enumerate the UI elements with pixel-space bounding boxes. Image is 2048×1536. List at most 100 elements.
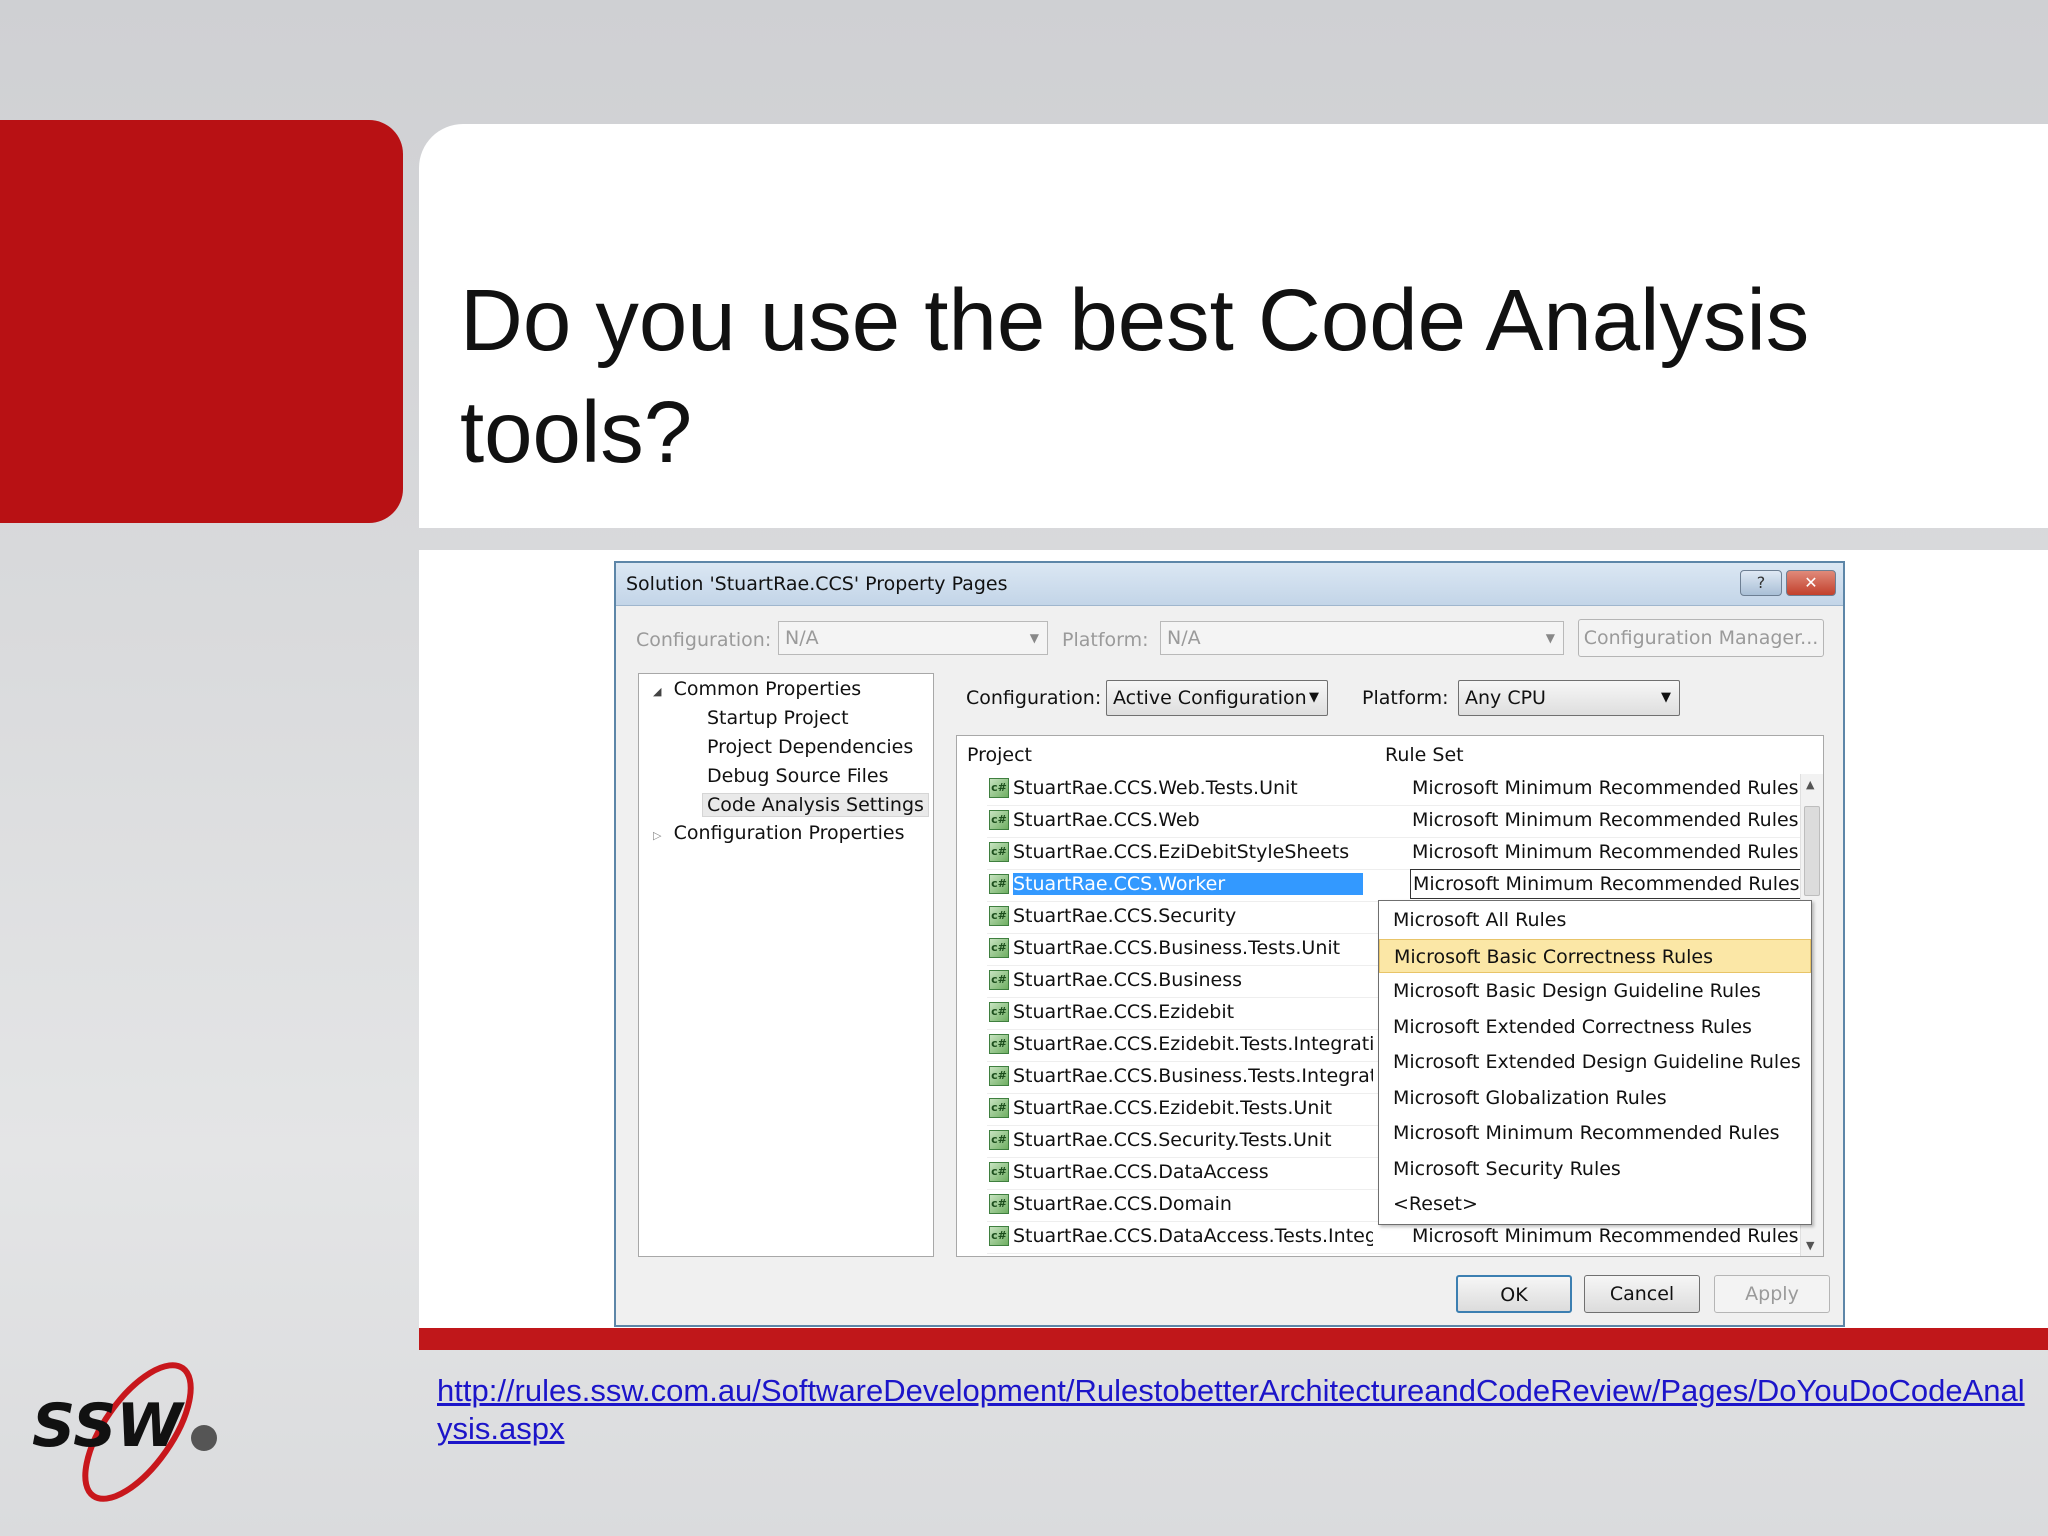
table-row[interactable]: c# StuartRae.CCS.EziDebitStyleSheets Micro… xyxy=(987,838,1803,870)
rule-set-value[interactable]: Microsoft Minimum Recommended Rules xyxy=(1412,777,1799,799)
project-name: StuartRae.CCS.Business xyxy=(1013,969,1243,991)
rule-set-value[interactable]: Microsoft Minimum Recommended Rules xyxy=(1412,1225,1799,1247)
configuration-label: Configuration: xyxy=(966,687,1102,709)
tree-label: Configuration Properties xyxy=(673,822,905,844)
top-configuration-value: N/A xyxy=(785,627,819,649)
tree-item-startup-project[interactable]: Startup Project xyxy=(707,707,849,729)
slide-title-line1: Do you use the best Code Analysis xyxy=(460,272,1810,369)
dropdown-option[interactable]: Microsoft All Rules xyxy=(1379,903,1811,937)
dialog-title: Solution 'StuartRae.CCS' Property Pages xyxy=(626,573,1008,595)
scrollbar-thumb[interactable] xyxy=(1804,806,1820,896)
project-name: StuartRae.CCS.Business.Tests.Integration xyxy=(1013,1065,1373,1087)
csharp-project-icon: c# xyxy=(989,906,1009,926)
apply-button[interactable]: Apply xyxy=(1714,1275,1830,1313)
rules-link[interactable]: http://rules.ssw.com.au/SoftwareDevelopm… xyxy=(437,1372,2027,1448)
project-name: StuartRae.CCS.Security xyxy=(1013,905,1237,927)
rule-set-value: Microsoft Minimum Recommended Rules xyxy=(1413,873,1800,895)
platform-label: Platform: xyxy=(1362,687,1449,709)
project-name: StuartRae.CCS.Worker xyxy=(1013,873,1363,895)
red-divider-bar xyxy=(419,1328,2048,1350)
help-button[interactable]: ? xyxy=(1740,570,1782,596)
rule-set-select[interactable]: Microsoft Minimum Recommended Rules▼ xyxy=(1410,869,1820,899)
top-platform-select[interactable]: N/A ▼ xyxy=(1160,621,1564,655)
top-platform-label: Platform: xyxy=(1062,629,1149,651)
project-name: StuartRae.CCS.EziDebitStyleSheets xyxy=(1013,841,1350,863)
table-row[interactable]: c# StuartRae.CCS.Worker Microsoft Minimum … xyxy=(987,869,1820,902)
configuration-manager-button[interactable]: Configuration Manager... xyxy=(1578,619,1824,657)
slide-title-line2: tools? xyxy=(460,384,693,481)
dropdown-option[interactable]: Microsoft Basic Correctness Rules xyxy=(1379,938,1811,973)
csharp-project-icon: c# xyxy=(989,1066,1009,1086)
dropdown-option[interactable]: Microsoft Extended Correctness Rules xyxy=(1379,1010,1811,1044)
project-name: StuartRae.CCS.DataAccess xyxy=(1013,1161,1269,1183)
csharp-project-icon: c# xyxy=(989,1098,1009,1118)
property-pages-dialog: Solution 'StuartRae.CCS' Property Pages … xyxy=(614,561,1845,1327)
close-button[interactable]: ✕ xyxy=(1786,570,1836,596)
configuration-select[interactable]: Active Configuration ▼ xyxy=(1106,680,1328,716)
tree-item-configuration-properties[interactable]: ▷ Configuration Properties xyxy=(653,822,904,844)
project-name: StuartRae.CCS.Security.Tests.Unit xyxy=(1013,1129,1332,1151)
csharp-project-icon: c# xyxy=(989,1226,1009,1246)
project-name: StuartRae.CCS.Web xyxy=(1013,809,1200,831)
tree-item-debug-source-files[interactable]: Debug Source Files xyxy=(707,765,889,787)
red-accent-block xyxy=(0,120,403,523)
dropdown-option[interactable]: <Reset> xyxy=(1379,1187,1811,1221)
dropdown-option[interactable]: Microsoft Basic Design Guideline Rules xyxy=(1379,974,1811,1008)
chevron-down-icon: ▼ xyxy=(1545,631,1555,645)
svg-text:SSW: SSW xyxy=(32,1391,185,1461)
help-icon: ? xyxy=(1756,573,1766,592)
csharp-project-icon: c# xyxy=(989,1194,1009,1214)
column-header-rule-set[interactable]: Rule Set xyxy=(1385,744,1464,766)
chevron-down-icon: ▼ xyxy=(1661,690,1671,705)
tree-item-common-properties[interactable]: ◢ Common Properties xyxy=(653,678,861,700)
csharp-project-icon: c# xyxy=(989,1130,1009,1150)
top-configuration-select[interactable]: N/A ▼ xyxy=(778,621,1048,655)
csharp-project-icon: c# xyxy=(989,874,1009,894)
dialog-titlebar: Solution 'StuartRae.CCS' Property Pages … xyxy=(616,563,1843,606)
expanded-triangle-icon[interactable]: ◢ xyxy=(653,685,661,698)
slide-title: Do you use the best Code Analysis tools? xyxy=(460,265,2020,489)
dropdown-option[interactable]: Microsoft Security Rules xyxy=(1379,1152,1811,1186)
csharp-project-icon: c# xyxy=(989,842,1009,862)
chevron-down-icon: ▼ xyxy=(1029,631,1039,645)
csharp-project-icon: c# xyxy=(989,810,1009,830)
dropdown-option[interactable]: Microsoft Globalization Rules xyxy=(1379,1081,1811,1115)
project-name: StuartRae.CCS.Ezidebit.Tests.Unit xyxy=(1013,1097,1333,1119)
dropdown-option[interactable]: Microsoft Minimum Recommended Rules xyxy=(1379,1116,1811,1150)
ssw-logo: SSW xyxy=(28,1350,238,1520)
csharp-project-icon: c# xyxy=(989,1034,1009,1054)
project-name: StuartRae.CCS.Business.Tests.Unit xyxy=(1013,937,1341,959)
column-header-project[interactable]: Project xyxy=(967,744,1032,766)
project-name: StuartRae.CCS.Web.Tests.Unit xyxy=(1013,777,1298,799)
tree-item-project-dependencies[interactable]: Project Dependencies xyxy=(707,736,913,758)
tree-label: Common Properties xyxy=(673,678,862,700)
scroll-down-icon[interactable]: ▼ xyxy=(1806,1239,1814,1252)
top-platform-value: N/A xyxy=(1167,627,1201,649)
project-name: StuartRae.CCS.Ezidebit.Tests.Integration xyxy=(1013,1033,1373,1055)
project-name: StuartRae.CCS.Ezidebit xyxy=(1013,1001,1235,1023)
chevron-down-icon: ▼ xyxy=(1309,690,1319,705)
top-configuration-label: Configuration: xyxy=(636,629,772,651)
rule-set-dropdown-list: Microsoft All Rules Microsoft Basic Corre… xyxy=(1378,900,1812,1225)
csharp-project-icon: c# xyxy=(989,938,1009,958)
scroll-up-icon[interactable]: ▲ xyxy=(1806,778,1814,791)
csharp-project-icon: c# xyxy=(989,1162,1009,1182)
csharp-project-icon: c# xyxy=(989,778,1009,798)
table-row[interactable]: c#StuartRae.CCS.DataAccess.Tests.Integra… xyxy=(987,1222,1803,1254)
dropdown-option[interactable]: Microsoft Extended Design Guideline Rule… xyxy=(1379,1045,1811,1079)
rule-set-value[interactable]: Microsoft Minimum Recommended Rules xyxy=(1412,809,1799,831)
rule-set-value[interactable]: Microsoft Minimum Recommended Rules xyxy=(1412,841,1799,863)
table-row[interactable]: c# StuartRae.CCS.Web.Tests.Unit Microsoft … xyxy=(987,774,1803,806)
configuration-value: Active Configuration xyxy=(1113,687,1307,709)
project-name: StuartRae.CCS.DataAccess.Tests.Integrati… xyxy=(1013,1225,1373,1247)
close-icon: ✕ xyxy=(1804,573,1818,592)
table-row[interactable]: c# StuartRae.CCS.Web Microsoft Minimum Rec… xyxy=(987,806,1803,838)
project-name: StuartRae.CCS.Domain xyxy=(1013,1193,1232,1215)
platform-select[interactable]: Any CPU ▼ xyxy=(1458,680,1680,716)
tree-item-code-analysis-settings[interactable]: Code Analysis Settings xyxy=(702,793,929,817)
csharp-project-icon: c# xyxy=(989,1002,1009,1022)
cancel-button[interactable]: Cancel xyxy=(1584,1275,1700,1313)
ok-button[interactable]: OK xyxy=(1456,1275,1572,1313)
collapsed-triangle-icon[interactable]: ▷ xyxy=(653,829,661,842)
csharp-project-icon: c# xyxy=(989,970,1009,990)
